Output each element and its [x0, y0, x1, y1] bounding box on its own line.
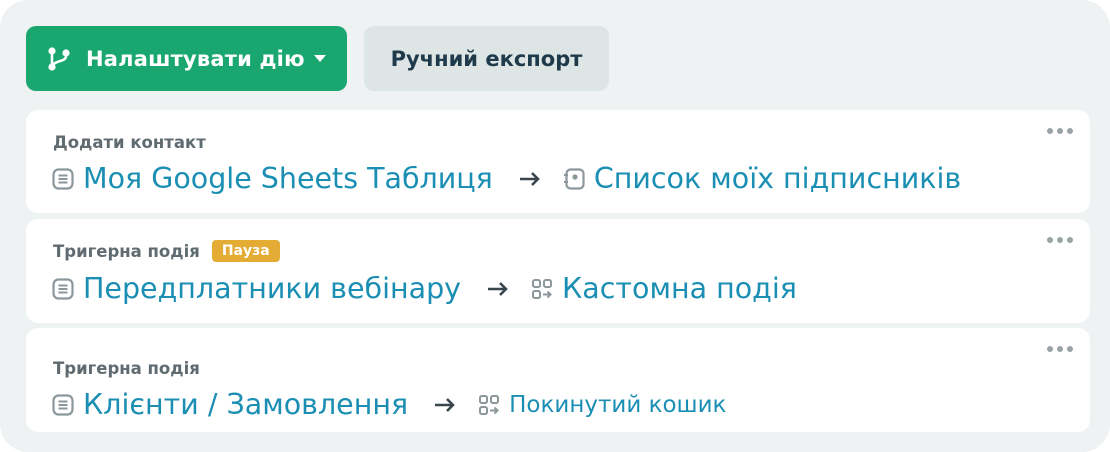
- rule-card: Тригерна подія Пауза Передплатники вебін…: [26, 219, 1090, 323]
- arrow-right-icon: [488, 281, 508, 296]
- custom-event-icon: [479, 394, 500, 415]
- rule-flow: Моя Google Sheets Таблиця Список моїх пі…: [52, 162, 961, 195]
- toolbar: Налаштувати дію Ручний експорт: [26, 26, 609, 91]
- sheet-icon: [52, 167, 74, 190]
- arrow-right-icon: [435, 397, 455, 412]
- rule-kind-label: Тригерна подія: [53, 241, 200, 261]
- configure-action-label: Налаштувати дію: [86, 46, 305, 71]
- target-link[interactable]: Кастомна подія: [562, 272, 797, 305]
- source-link[interactable]: Клієнти / Замовлення: [83, 388, 408, 421]
- chevron-down-icon[interactable]: [313, 54, 326, 63]
- rule-flow: Передплатники вебінару Кастомна подія: [52, 272, 797, 305]
- rule-kind-label: Тригерна подія: [53, 359, 200, 378]
- arrow-right-icon: [519, 171, 540, 186]
- more-options-icon[interactable]: [1047, 237, 1073, 243]
- sheet-icon: [52, 393, 74, 416]
- source-link[interactable]: Передплатники вебінару: [83, 272, 461, 305]
- more-options-icon[interactable]: [1047, 346, 1073, 352]
- workflow-icon: [48, 46, 70, 71]
- source-link[interactable]: Моя Google Sheets Таблиця: [83, 162, 493, 195]
- sheet-icon: [52, 277, 74, 300]
- target-link[interactable]: Список моїх підписників: [594, 162, 961, 195]
- rule-flow: Клієнти / Замовлення Покинутий кошик: [52, 388, 726, 421]
- more-options-icon[interactable]: [1047, 128, 1073, 134]
- configure-action-button[interactable]: Налаштувати дію: [26, 26, 347, 91]
- target-link[interactable]: Покинутий кошик: [509, 392, 726, 418]
- rule-kind: Додати контакт: [53, 133, 206, 152]
- manual-export-label: Ручний експорт: [390, 46, 583, 71]
- rule-kind-label: Додати контакт: [53, 133, 206, 152]
- custom-event-icon: [532, 278, 553, 299]
- contact-list-icon: [563, 167, 585, 190]
- rule-kind: Тригерна подія Пауза: [53, 240, 280, 262]
- rule-card: Тригерна подія Клієнти / Замовлення Поки…: [26, 328, 1090, 432]
- status-badge: Пауза: [211, 240, 280, 262]
- manual-export-button[interactable]: Ручний експорт: [364, 26, 609, 91]
- rule-card: Додати контакт Моя Google Sheets Таблиця…: [26, 110, 1090, 213]
- rule-kind: Тригерна подія: [53, 359, 200, 378]
- integrations-panel: Налаштувати дію Ручний експорт Додати ко…: [0, 0, 1110, 452]
